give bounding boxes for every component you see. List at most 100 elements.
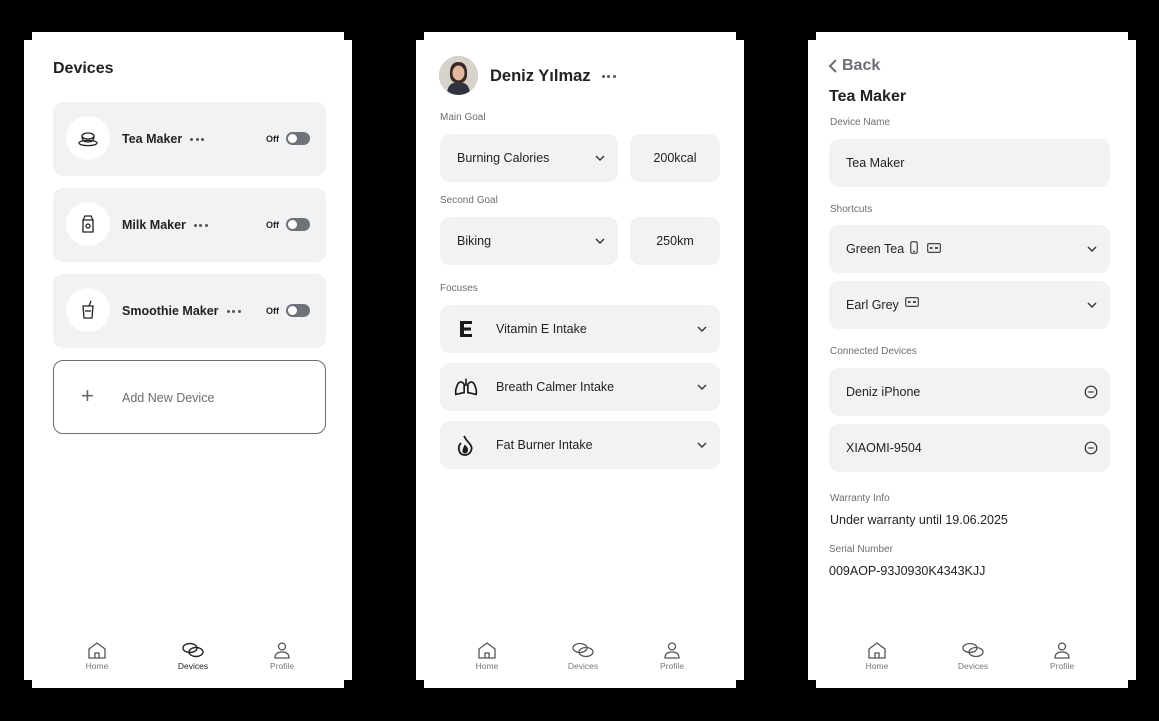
device-name: Tea Maker: [122, 132, 205, 146]
back-label: Back: [842, 57, 881, 74]
vitamin-e-icon: [454, 317, 478, 341]
flame-drop-icon: [454, 433, 478, 457]
focuses-label: Focuses: [440, 283, 478, 294]
devices-link-icon: [962, 642, 984, 658]
avatar[interactable]: [439, 56, 478, 95]
tab-label: Home: [85, 661, 109, 671]
tab-devices[interactable]: Devices: [943, 641, 1003, 671]
chevron-down-icon: [697, 384, 707, 390]
lungs-icon: [454, 375, 478, 399]
page-title: Tea Maker: [829, 88, 907, 105]
second-goal-select[interactable]: Biking: [440, 217, 618, 265]
tab-bar: Home Devices Profile: [416, 641, 744, 685]
connected-device-name: Deniz iPhone: [846, 385, 921, 399]
tab-devices[interactable]: Devices: [163, 641, 223, 671]
connected-device-item[interactable]: XIAOMI-9504: [829, 424, 1110, 472]
connected-device-item[interactable]: Deniz iPhone: [829, 368, 1110, 416]
second-goal-amount: 250km: [656, 234, 694, 248]
serial-number-value: 009AOP-93J0930K4343KJJ: [829, 564, 986, 578]
page-title: Devices: [53, 60, 114, 77]
shortcut-label: Earl Grey: [846, 298, 899, 312]
chevron-down-icon: [1087, 246, 1097, 252]
remove-circle-icon[interactable]: [1084, 441, 1098, 455]
tab-label: Home: [865, 661, 889, 671]
device-detail-screen: Back Tea Maker Device Name Tea Maker Sho…: [808, 32, 1136, 688]
device-power-toggle[interactable]: [286, 132, 310, 145]
tab-profile[interactable]: Profile: [1032, 641, 1092, 671]
tab-label: Profile: [659, 661, 685, 671]
tab-home[interactable]: Home: [67, 641, 127, 671]
main-goal-amount: 200kcal: [653, 151, 697, 165]
device-name: Milk Maker: [122, 218, 208, 232]
device-card-milk-maker[interactable]: Milk Maker Off: [53, 188, 326, 262]
card-icon: [905, 297, 919, 307]
device-card-smoothie-maker[interactable]: Smoothie Maker Off: [53, 274, 326, 348]
smoothie-cup-icon: [66, 288, 110, 332]
more-dots-icon[interactable]: [601, 75, 616, 79]
warranty-label: Warranty Info: [830, 493, 890, 504]
chevron-down-icon: [595, 155, 605, 161]
focus-item-breath-calmer[interactable]: Breath Calmer Intake: [440, 363, 720, 411]
remove-circle-icon[interactable]: [1084, 385, 1098, 399]
focus-label: Fat Burner Intake: [496, 438, 593, 452]
tab-label: Devices: [177, 661, 209, 671]
device-status: Off: [266, 306, 279, 316]
device-card-tea-maker[interactable]: Tea Maker Off: [53, 102, 326, 176]
more-dots-icon[interactable]: [226, 310, 241, 314]
devices-link-icon: [572, 642, 594, 658]
tab-home[interactable]: Home: [457, 641, 517, 671]
shortcut-item-green-tea[interactable]: Green Tea: [829, 225, 1110, 273]
device-status: Off: [266, 220, 279, 230]
chevron-down-icon: [1087, 302, 1097, 308]
serial-number-label: Serial Number: [829, 544, 893, 555]
second-goal-amount-field[interactable]: 250km: [630, 217, 720, 265]
main-goal-value: Burning Calories: [457, 151, 550, 165]
tab-label: Profile: [1049, 661, 1075, 671]
tab-bar: Home Devices Profile: [808, 641, 1136, 685]
home-icon: [478, 642, 496, 659]
focus-item-fat-burner[interactable]: Fat Burner Intake: [440, 421, 720, 469]
shortcuts-label: Shortcuts: [830, 204, 873, 215]
second-goal-value: Biking: [457, 234, 492, 248]
focus-label: Vitamin E Intake: [496, 322, 587, 336]
more-dots-icon[interactable]: [193, 224, 208, 228]
shortcut-item-earl-grey[interactable]: Earl Grey: [829, 281, 1110, 329]
add-new-device-button[interactable]: + Add New Device: [53, 360, 326, 434]
focus-item-vitamin-e[interactable]: Vitamin E Intake: [440, 305, 720, 353]
second-goal-label: Second Goal: [440, 195, 498, 206]
more-dots-icon[interactable]: [190, 138, 205, 142]
tab-label: Devices: [957, 661, 989, 671]
chevron-down-icon: [697, 442, 707, 448]
tab-home[interactable]: Home: [847, 641, 907, 671]
user-name: Deniz Yılmaz: [490, 67, 616, 86]
add-device-label: Add New Device: [122, 391, 215, 405]
main-goal-amount-field[interactable]: 200kcal: [630, 134, 720, 182]
tab-profile[interactable]: Profile: [642, 641, 702, 671]
profile-icon: [274, 642, 290, 659]
warranty-value: Under warranty until 19.06.2025: [830, 513, 1008, 527]
home-icon: [88, 642, 106, 659]
device-name-field[interactable]: Tea Maker: [829, 139, 1110, 187]
connected-devices-label: Connected Devices: [830, 346, 917, 357]
phone-icon: [910, 241, 918, 254]
main-goal-label: Main Goal: [440, 112, 486, 123]
tab-devices[interactable]: Devices: [553, 641, 613, 671]
back-button[interactable]: Back: [828, 57, 880, 75]
plus-icon: +: [81, 383, 94, 408]
device-name-value: Tea Maker: [846, 156, 905, 170]
main-goal-select[interactable]: Burning Calories: [440, 134, 618, 182]
device-name: Smoothie Maker: [122, 304, 241, 318]
chevron-down-icon: [595, 238, 605, 244]
home-icon: [868, 642, 886, 659]
profile-icon: [664, 642, 680, 659]
device-power-toggle[interactable]: [286, 218, 310, 231]
tab-label: Home: [475, 661, 499, 671]
devices-screen: Devices Tea Maker Off Milk Maker Off Smo…: [24, 32, 352, 688]
tab-label: Devices: [567, 661, 599, 671]
connected-device-name: XIAOMI-9504: [846, 441, 922, 455]
tab-profile[interactable]: Profile: [252, 641, 312, 671]
focus-label: Breath Calmer Intake: [496, 380, 615, 394]
device-power-toggle[interactable]: [286, 304, 310, 317]
profile-icon: [1054, 642, 1070, 659]
profile-goals-screen: Deniz Yılmaz Main Goal Burning Calories …: [416, 32, 744, 688]
